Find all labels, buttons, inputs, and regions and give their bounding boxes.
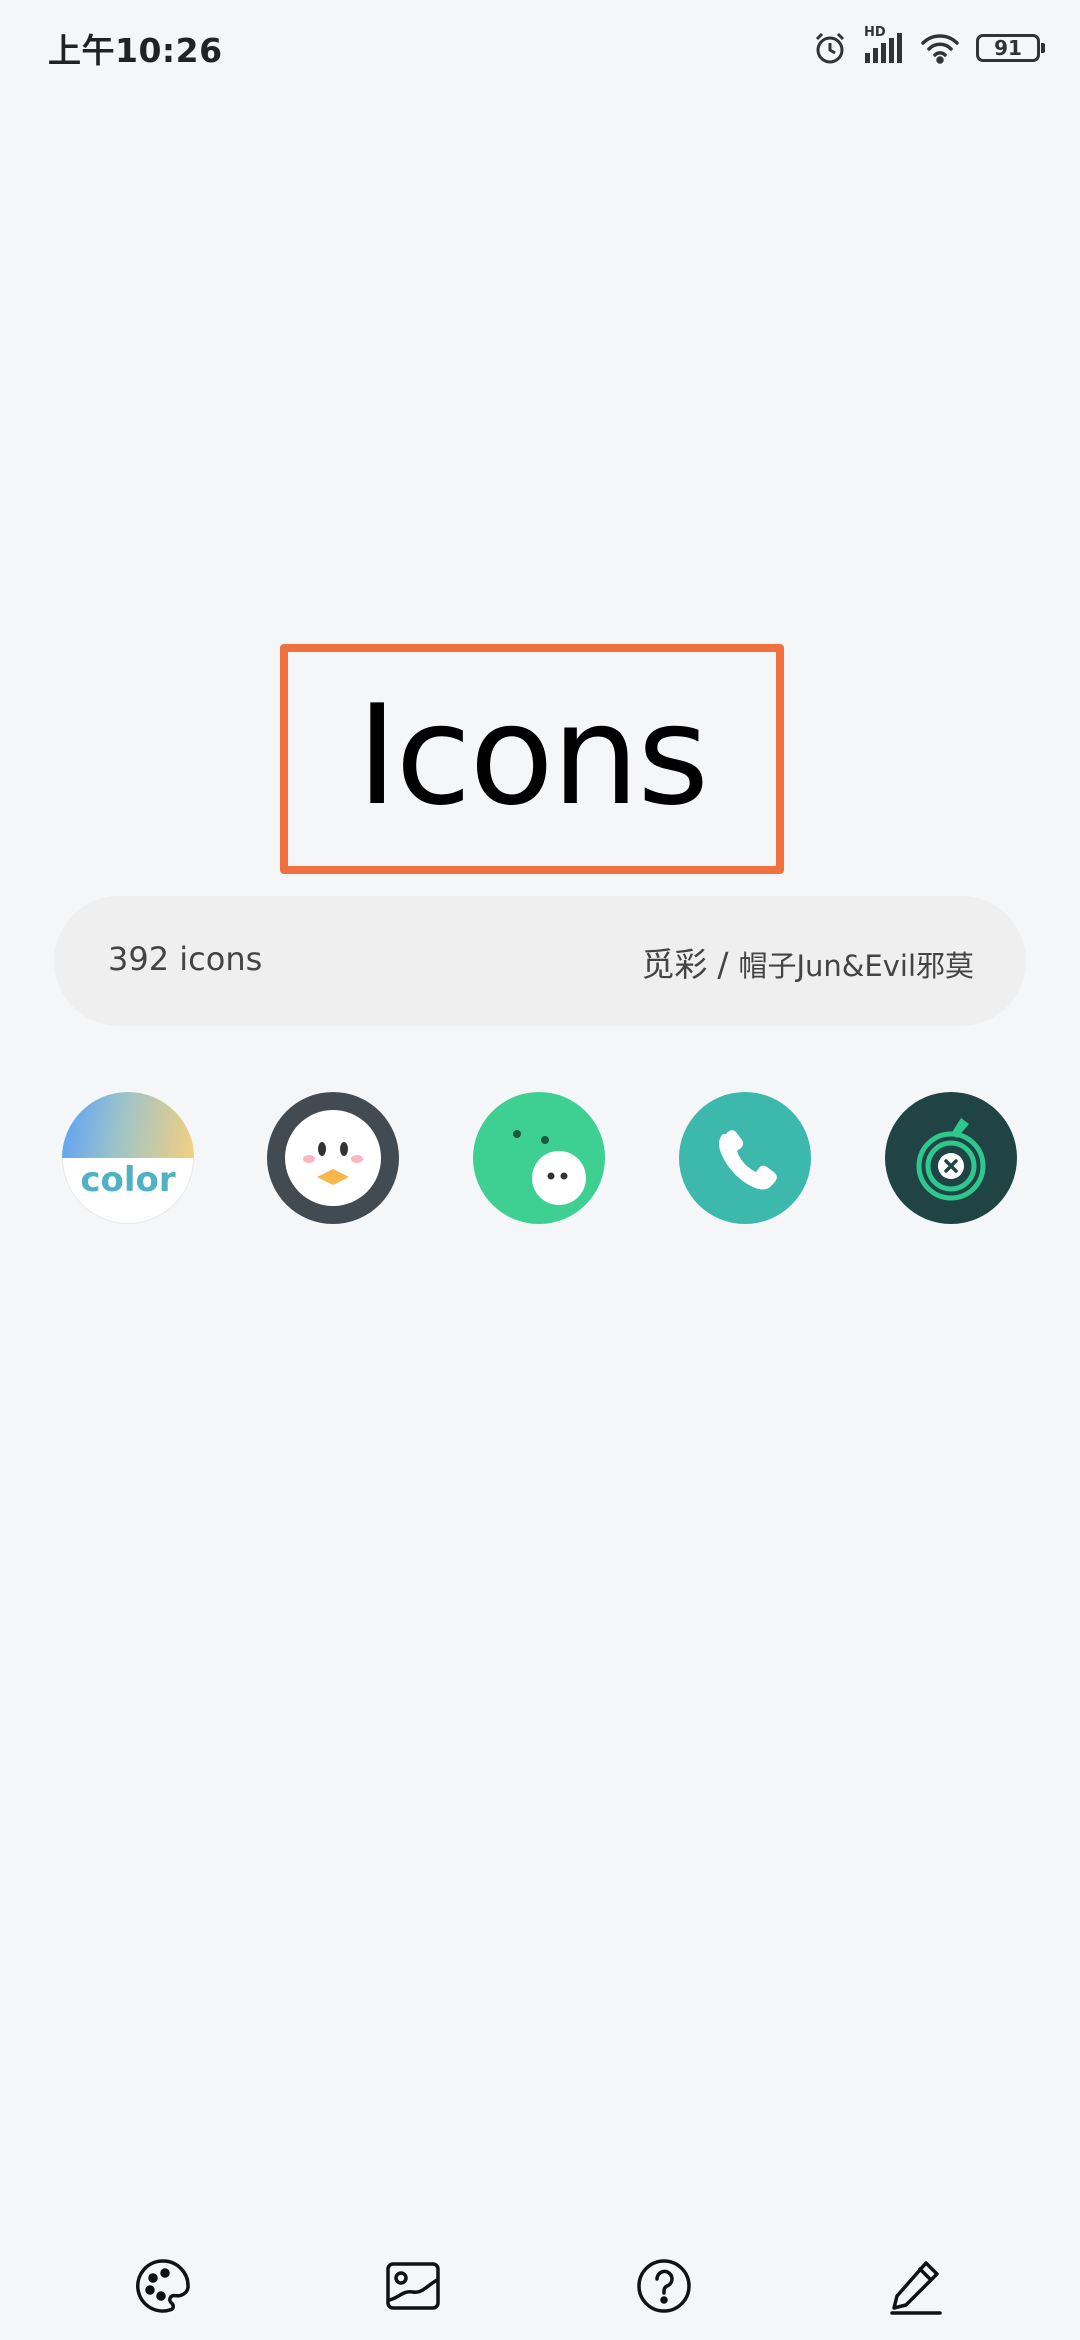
- theme-info-bar: 392 icons 觅彩 / 帽子Jun&Evil邪莫: [54, 896, 1026, 1026]
- edit-button[interactable]: [886, 2256, 946, 2316]
- palette-button[interactable]: [133, 2256, 193, 2316]
- phone-app-icon[interactable]: [679, 1092, 811, 1224]
- author-secondary: 帽子Jun&Evil邪莫: [738, 949, 974, 983]
- network-type-label: HD: [864, 25, 886, 40]
- signal-icon: HD: [864, 25, 904, 65]
- battery-icon: 91: [976, 34, 1045, 62]
- icon-count: 392 icons: [108, 940, 263, 978]
- color-app-icon[interactable]: color: [62, 1092, 194, 1224]
- theme-title-box: Icons: [280, 644, 784, 874]
- wallpaper-button[interactable]: [383, 2256, 443, 2316]
- theme-title: Icons: [356, 675, 709, 836]
- penguin-app-icon[interactable]: [267, 1092, 399, 1224]
- green-face-app-icon[interactable]: [473, 1092, 605, 1224]
- author-primary: 觅彩: [641, 945, 708, 984]
- icon-preview-row: color: [0, 1092, 1080, 1226]
- author-separator: /: [717, 945, 729, 984]
- alarm-icon: [812, 30, 848, 66]
- wallpaper-icon: [383, 2256, 443, 2316]
- palette-icon: [133, 2256, 193, 2316]
- help-icon: [634, 2256, 694, 2316]
- wifi-icon: [920, 32, 960, 64]
- help-button[interactable]: [634, 2256, 694, 2316]
- bottom-nav: [0, 2240, 1080, 2324]
- edit-icon: [886, 2256, 946, 2316]
- author-credit: 觅彩 / 帽子Jun&Evil邪莫: [641, 938, 974, 986]
- status-bar: 上午10:26 HD 91: [0, 0, 1080, 96]
- color-gradient: [62, 1092, 194, 1158]
- target-tool-app-icon[interactable]: [885, 1092, 1017, 1224]
- status-time: 上午10:26: [48, 31, 223, 70]
- status-icons: HD 91: [812, 25, 1045, 70]
- color-app-label: color: [80, 1160, 176, 1200]
